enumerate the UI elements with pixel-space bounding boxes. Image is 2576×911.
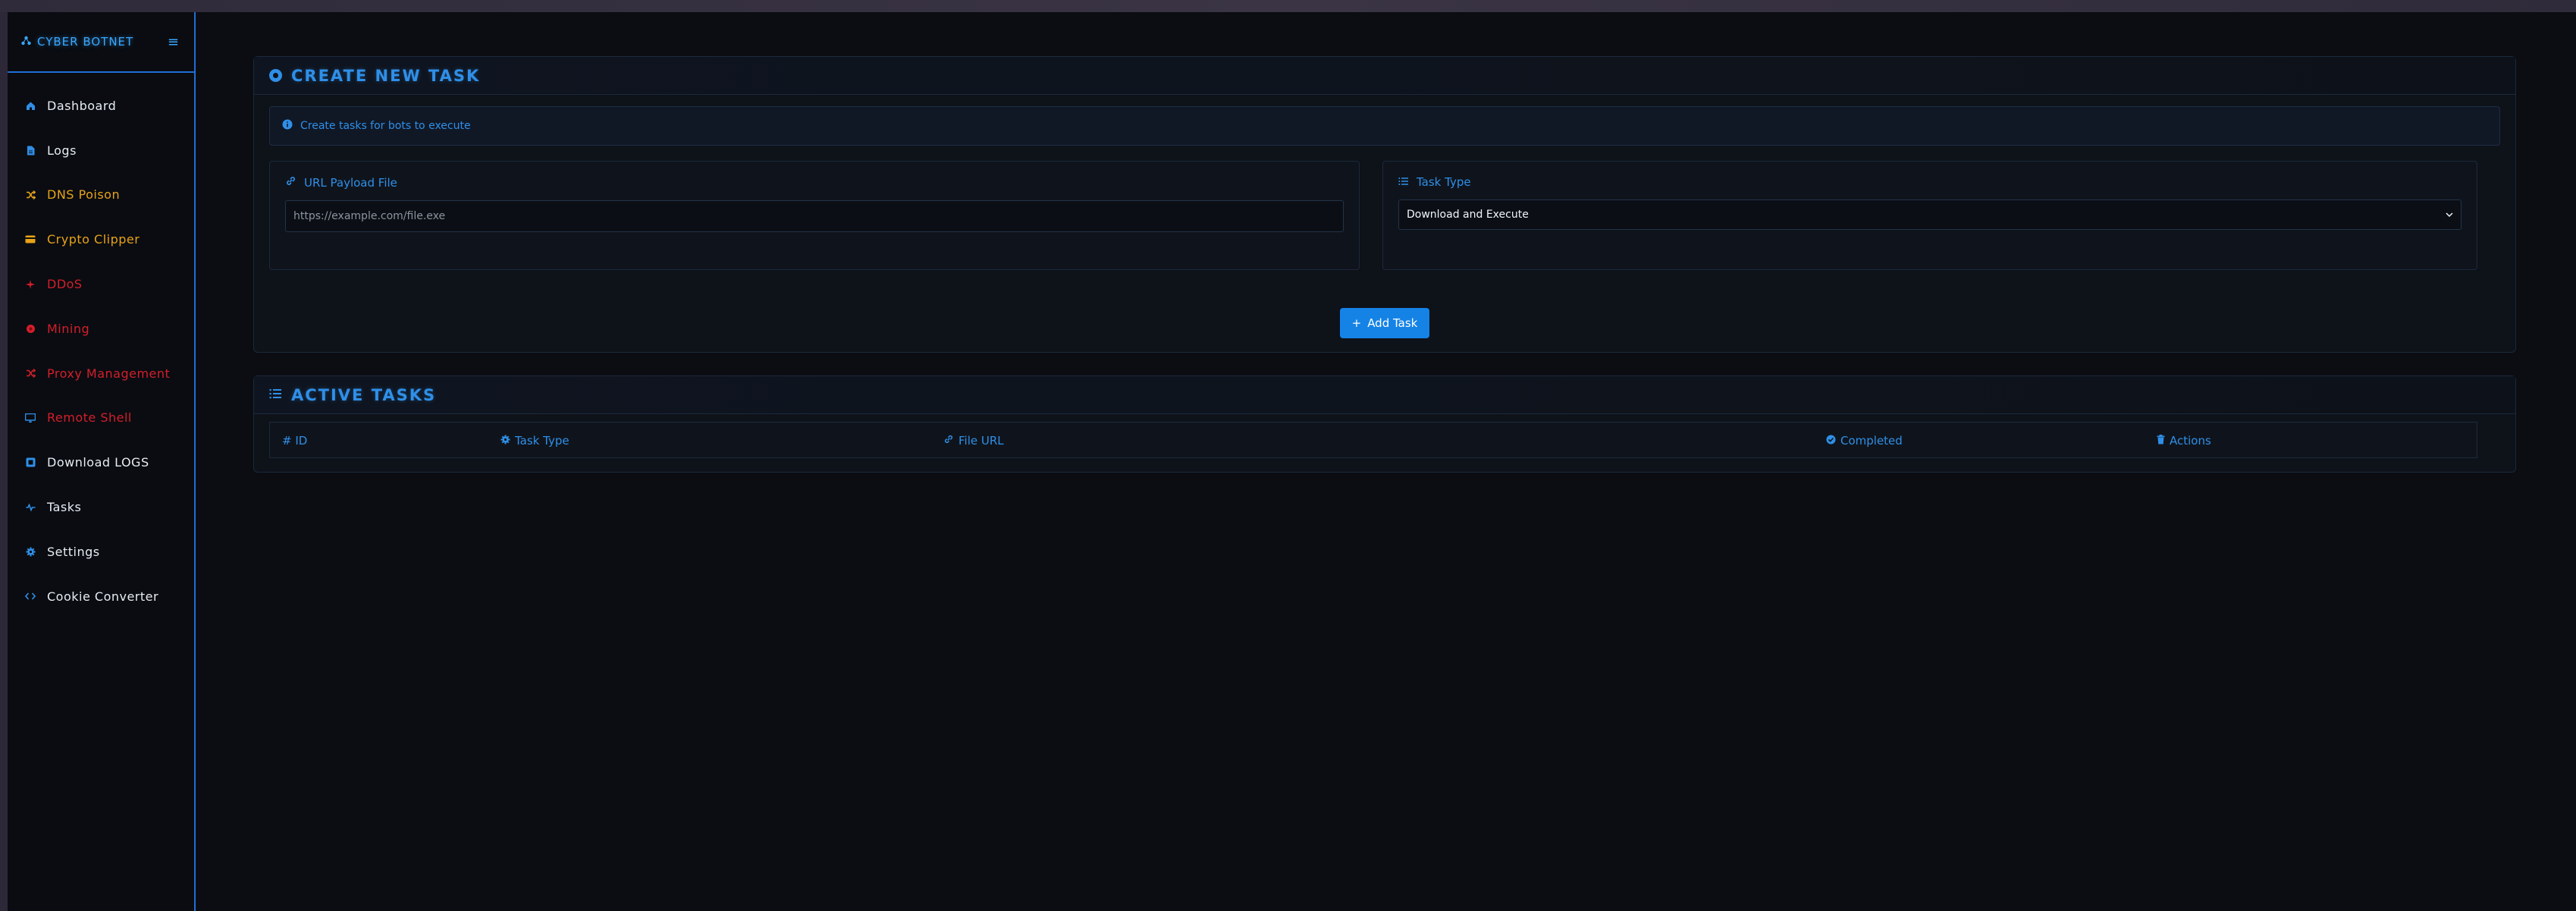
sidebar-header: CYBER BOTNET ≡ <box>8 12 194 73</box>
plus-circle-icon <box>269 69 282 82</box>
sidebar-item-label: Dashboard <box>47 98 117 113</box>
task-type-form-group: Task Type Download and Execute <box>1382 161 2477 270</box>
sidebar-item-label: Cookie Converter <box>47 589 159 604</box>
sidebar-item-logs[interactable]: Logs <box>8 128 194 173</box>
network-icon <box>24 367 36 379</box>
network-nodes-icon <box>21 35 31 49</box>
url-label-text: URL Payload File <box>304 175 397 190</box>
column-header-task-type: Task Type <box>500 423 569 459</box>
create-task-title: CREATE NEW TASK <box>291 66 481 85</box>
sidebar-item-download-logs[interactable]: Download LOGS <box>8 440 194 485</box>
column-header-id: # ID <box>282 423 307 459</box>
column-id-text: # ID <box>282 434 308 448</box>
add-task-label: Add Task <box>1367 316 1418 330</box>
column-header-actions: Actions <box>2157 423 2211 459</box>
home-icon <box>24 99 36 112</box>
column-actions-text: Actions <box>2170 434 2211 448</box>
check-circle-icon <box>1826 434 1836 448</box>
active-tasks-card: ACTIVE TASKS # ID Task Type File URL Com… <box>253 375 2516 473</box>
credit-card-icon <box>24 234 36 246</box>
file-icon <box>24 144 36 156</box>
menu-toggle-icon[interactable]: ≡ <box>168 34 179 50</box>
sidebar-item-label: Tasks <box>47 500 82 515</box>
task-type-label: Task Type <box>1398 175 2461 189</box>
info-text: Create tasks for bots to execute <box>300 120 471 132</box>
chip-icon <box>24 322 36 335</box>
sidebar-item-label: Download LOGS <box>47 455 149 470</box>
sidebar-item-label: Settings <box>47 544 100 559</box>
sidebar-item-cookie-converter[interactable]: Cookie Converter <box>8 574 194 619</box>
code-icon <box>24 590 36 602</box>
task-type-select[interactable]: Download and Execute <box>1398 199 2461 230</box>
task-type-label-text: Task Type <box>1417 175 1471 189</box>
sidebar-item-label: DDoS <box>47 277 83 292</box>
sidebar-item-label: Proxy Management <box>47 366 171 381</box>
activity-icon <box>24 501 36 514</box>
column-header-completed: Completed <box>1826 423 1903 459</box>
url-form-group: URL Payload File <box>269 161 1360 270</box>
sidebar-item-tasks[interactable]: Tasks <box>8 485 194 529</box>
download-icon <box>24 457 36 469</box>
sidebar-item-label: Remote Shell <box>47 410 132 426</box>
gear-icon <box>500 434 510 448</box>
brand-name: CYBER BOTNET <box>37 35 134 49</box>
link-icon <box>943 434 954 448</box>
active-tasks-title: ACTIVE TASKS <box>291 385 437 404</box>
task-type-selected-value: Download and Execute <box>1407 209 1529 221</box>
sidebar-item-dashboard[interactable]: Dashboard <box>8 83 194 128</box>
add-task-button[interactable]: + Add Task <box>1339 308 1430 338</box>
sidebar-item-label: DNS Poison <box>47 187 121 203</box>
sidebar-item-label: Crypto Clipper <box>47 232 140 247</box>
sidebar-item-settings[interactable]: Settings <box>8 529 194 574</box>
task-form: URL Payload File Task Type Download and … <box>269 161 2500 270</box>
plus-icon: + <box>1351 316 1362 330</box>
column-header-file-url: File URL <box>943 423 1004 459</box>
sidebar-item-label: Logs <box>47 143 77 158</box>
column-task-type-text: Task Type <box>515 434 569 448</box>
window-top-strip <box>0 0 2576 12</box>
sidebar-nav: Dashboard Logs DNS Poison Crypto Clipper… <box>8 73 194 619</box>
main-content: CREATE NEW TASK Create tasks for bots to… <box>253 56 2516 473</box>
sidebar-item-label: Mining <box>47 321 90 336</box>
create-task-card: CREATE NEW TASK Create tasks for bots to… <box>253 56 2516 353</box>
sidebar-item-dns-poison[interactable]: DNS Poison <box>8 173 194 218</box>
chevron-down-icon <box>2446 209 2453 221</box>
tasks-table-header: # ID Task Type File URL Completed Action… <box>269 422 2477 458</box>
info-alert: Create tasks for bots to execute <box>269 106 2500 146</box>
burst-icon <box>24 278 36 291</box>
link-icon <box>285 175 297 190</box>
column-file-url-text: File URL <box>959 434 1004 448</box>
sidebar-item-crypto-clipper[interactable]: Crypto Clipper <box>8 217 194 262</box>
list-icon <box>1398 175 1409 189</box>
column-completed-text: Completed <box>1840 434 1903 448</box>
window-left-frame <box>0 12 8 911</box>
sidebar-item-proxy-management[interactable]: Proxy Management <box>8 351 194 396</box>
sidebar-item-mining[interactable]: Mining <box>8 306 194 351</box>
url-input[interactable] <box>285 200 1344 232</box>
brand[interactable]: CYBER BOTNET <box>21 35 133 49</box>
add-task-wrap: + Add Task <box>254 308 2515 352</box>
gear-icon <box>24 545 36 558</box>
list-icon <box>269 388 282 402</box>
sidebar-item-remote-shell[interactable]: Remote Shell <box>8 396 194 441</box>
active-tasks-header: ACTIVE TASKS <box>254 376 2515 414</box>
info-icon <box>282 119 293 133</box>
url-label: URL Payload File <box>285 175 1344 190</box>
create-task-header: CREATE NEW TASK <box>254 57 2515 95</box>
sidebar-item-ddos[interactable]: DDoS <box>8 262 194 306</box>
monitor-icon <box>24 412 36 424</box>
trash-icon <box>2157 434 2165 448</box>
sidebar: CYBER BOTNET ≡ Dashboard Logs DNS Poison… <box>8 12 196 911</box>
shuffle-icon <box>24 189 36 201</box>
